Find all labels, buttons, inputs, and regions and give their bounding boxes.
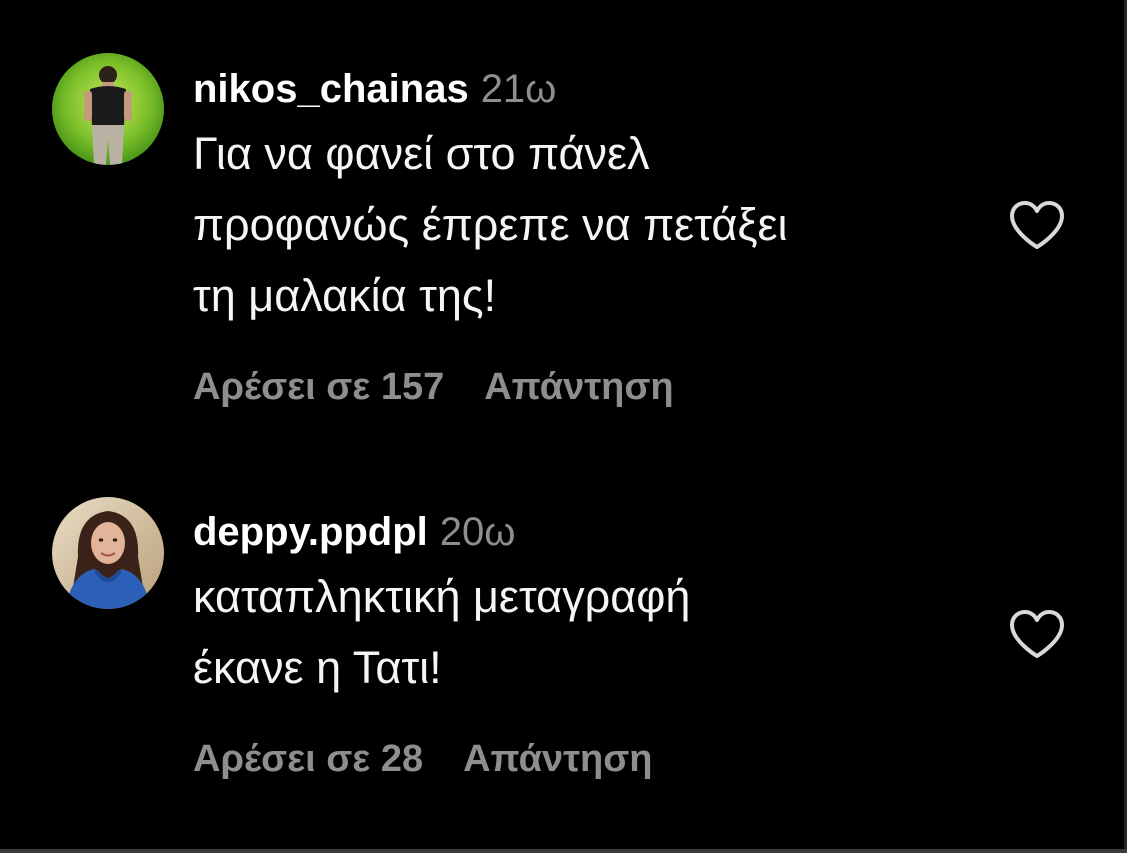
comment-actions: Αρέσει σε 28 Απάντηση [193,738,652,781]
heart-outline-icon [1010,201,1064,249]
likes-count-link[interactable]: Αρέσει σε 28 [193,738,423,780]
comment-header: deppy.ppdpl 20ω [193,509,983,555]
comment-text-line: προφανώς έπρεπε να πετάξει [193,199,788,250]
heart-outline-icon [1010,610,1064,658]
username[interactable]: nikos_chainas [193,67,469,111]
username[interactable]: deppy.ppdpl [193,510,428,554]
comment-text-line: Για να φανεί στο πάνελ [193,128,650,179]
comment-text-line: έκανε η Τατι! [193,642,442,693]
avatar[interactable] [52,53,164,165]
like-button[interactable] [1008,200,1066,252]
like-button[interactable] [1008,609,1066,661]
likes-count-link[interactable]: Αρέσει σε 157 [193,366,444,408]
comment-text-line: καταπληκτική μεταγραφή [193,571,691,622]
bottom-divider [0,849,1127,853]
comment-timestamp: 20ω [439,510,516,554]
reply-button[interactable]: Απάντηση [484,366,673,408]
comment-actions: Αρέσει σε 157 Απάντηση [193,366,674,409]
avatar[interactable] [52,497,164,609]
comment-text-line: τη μαλακία της! [193,270,497,321]
profile-photo-man-icon [52,53,164,165]
profile-photo-woman-icon [52,497,164,609]
comment-text: καταπληκτική μεταγραφή έκανε η Τατι! [193,561,983,703]
comment-timestamp: 21ω [480,67,557,111]
comment-text: Για να φανεί στο πάνελ προφανώς έπρεπε ν… [193,118,983,331]
reply-button[interactable]: Απάντηση [463,738,652,780]
comment-header: nikos_chainas 21ω [193,66,983,112]
